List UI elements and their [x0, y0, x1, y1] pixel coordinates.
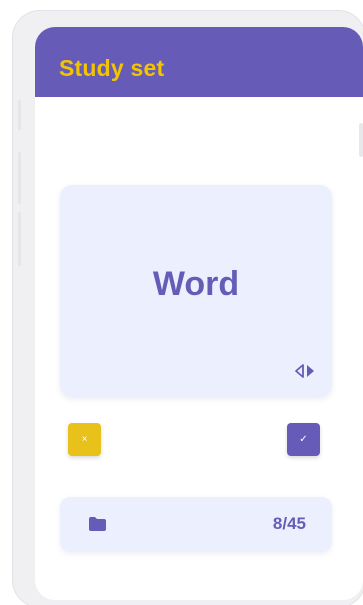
- app-screen: Study set Word × ✓ 8/45: [35, 27, 363, 600]
- check-icon: ✓: [299, 434, 308, 445]
- mark-correct-button[interactable]: ✓: [287, 423, 320, 456]
- device-side-button: [18, 152, 21, 204]
- scrollbar[interactable]: [359, 123, 363, 157]
- app-title: Study set: [59, 55, 165, 81]
- device-side-button: [18, 212, 21, 266]
- device-side-button: [18, 100, 21, 130]
- mark-wrong-button[interactable]: ×: [68, 423, 101, 456]
- progress-bar-card: 8/45: [60, 497, 332, 552]
- app-bar: Study set: [35, 27, 363, 97]
- flashcard-word: Word: [152, 265, 240, 303]
- folder-icon[interactable]: [89, 517, 106, 531]
- phone-mockup: Study set Word × ✓ 8/45: [0, 0, 363, 605]
- flip-arrows-icon[interactable]: [294, 363, 316, 379]
- close-icon: ×: [81, 434, 88, 445]
- flashcard[interactable]: Word: [60, 185, 332, 397]
- progress-counter: 8/45: [272, 514, 306, 533]
